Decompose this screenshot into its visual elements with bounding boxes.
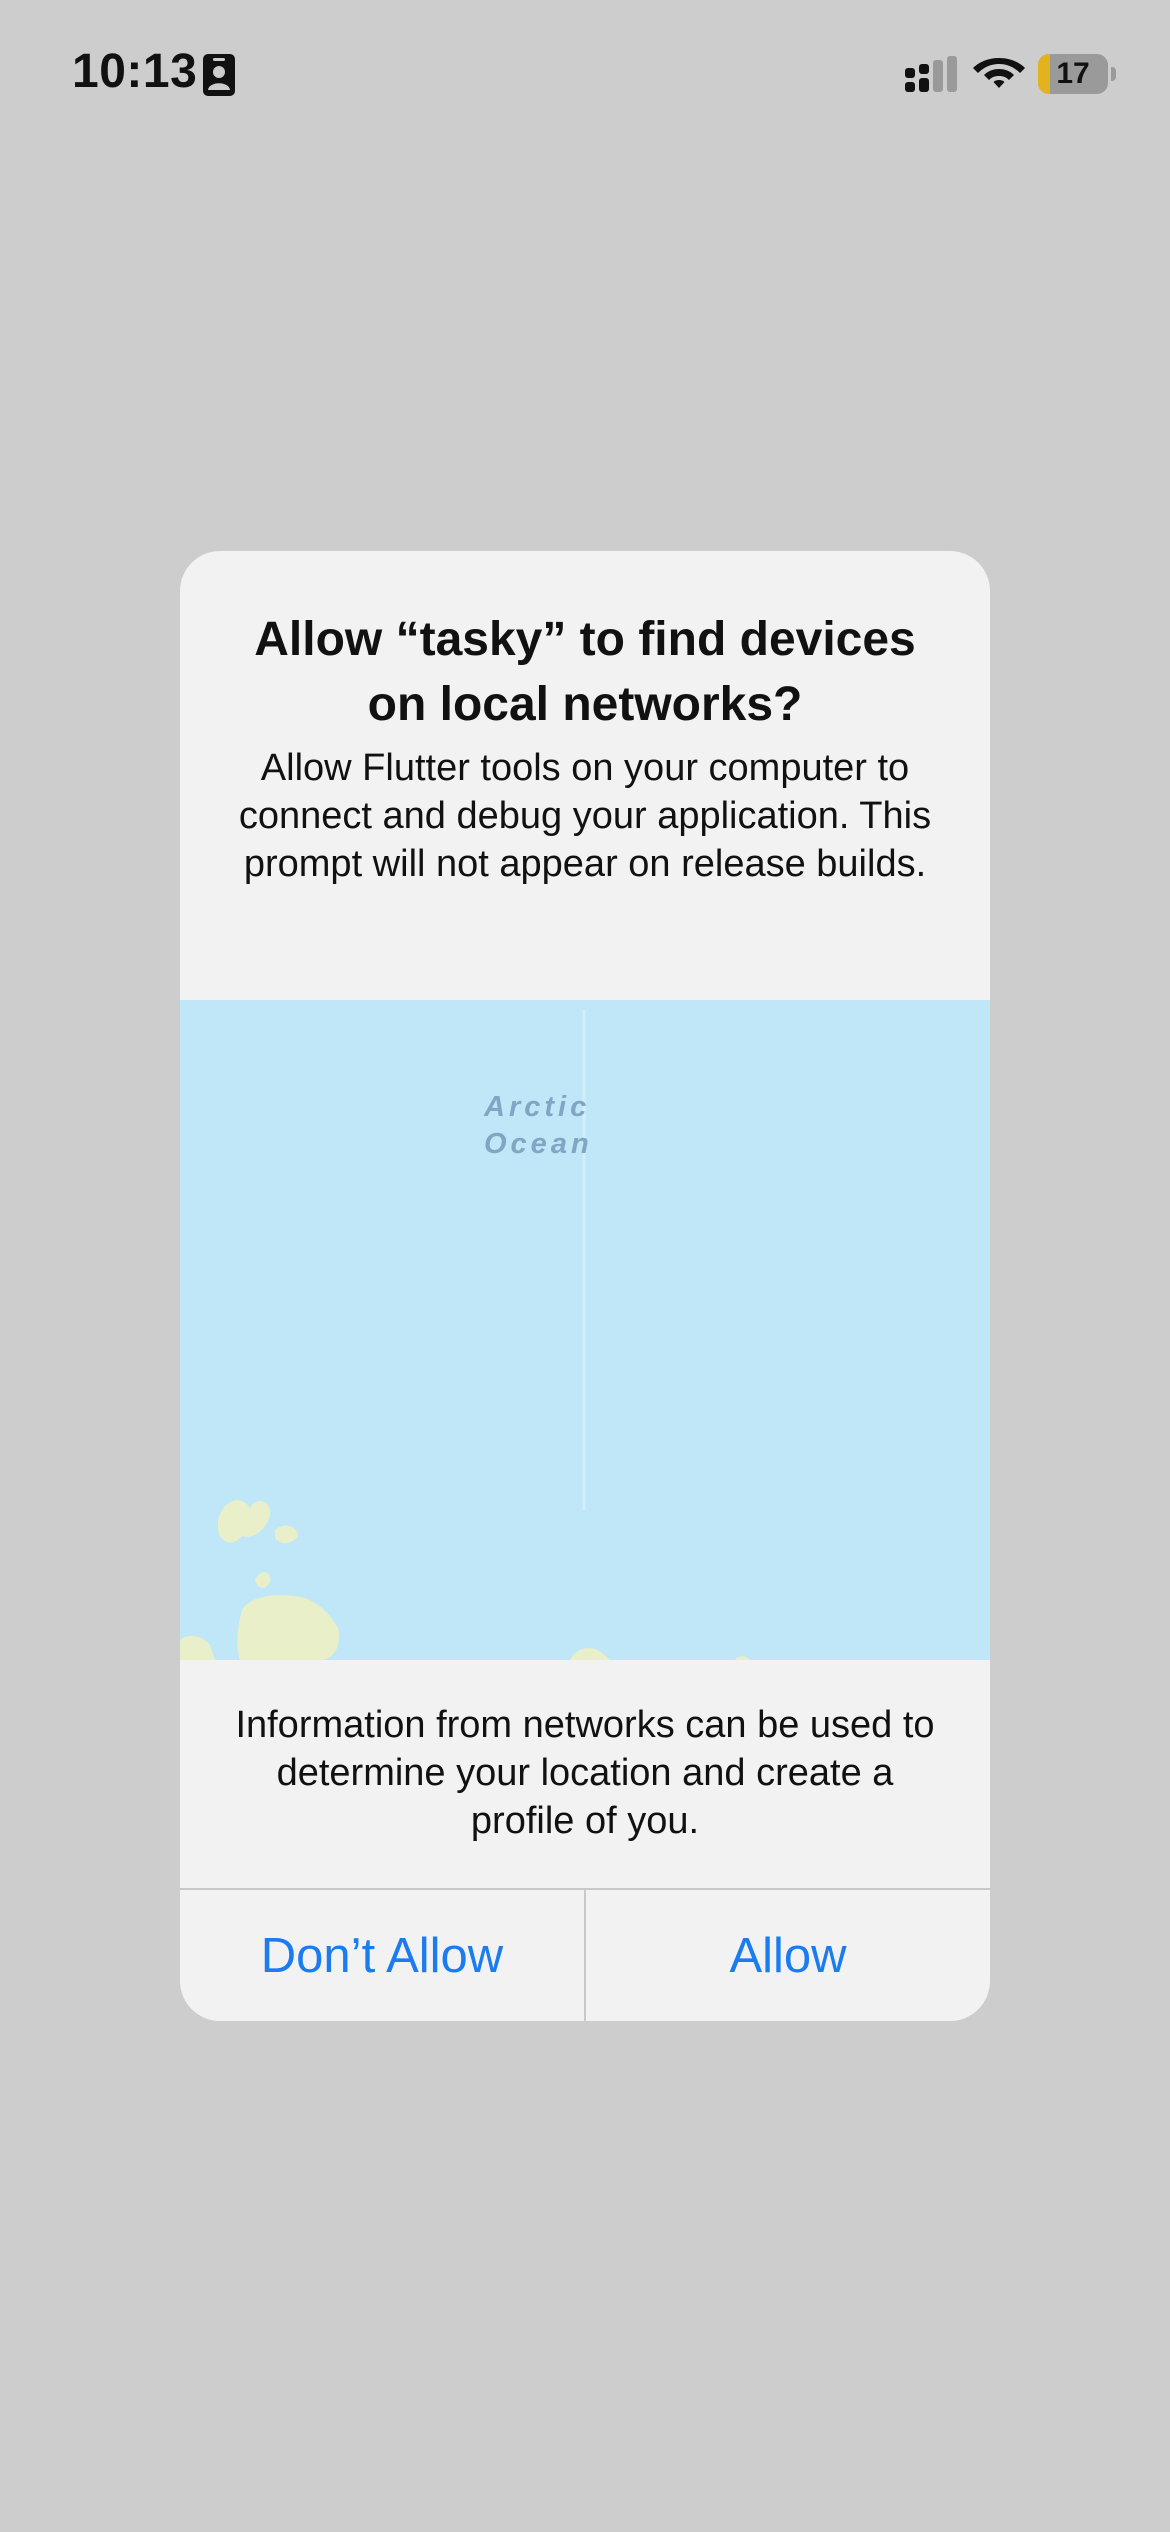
map-label-arctic-ocean: Arctic Ocean bbox=[484, 1091, 593, 1160]
alert-button-row: Don’t Allow Allow bbox=[180, 1888, 990, 2021]
alert-message: Allow Flutter tools on your computer to … bbox=[238, 747, 932, 885]
cellular-signal-icon bbox=[905, 56, 957, 92]
dont-allow-button[interactable]: Don’t Allow bbox=[180, 1890, 586, 2021]
map-preview: Arctic Ocean bbox=[180, 1000, 990, 1660]
alert-footer-text: Information from networks can be used to… bbox=[235, 1704, 935, 1842]
battery-icon: 17 bbox=[1038, 54, 1116, 94]
wifi-icon bbox=[973, 58, 1025, 88]
battery-level: 17 bbox=[1056, 57, 1090, 90]
alert-title: Allow “tasky” to find devices on local n… bbox=[254, 613, 916, 731]
status-time: 10:13 bbox=[72, 45, 198, 98]
allow-button[interactable]: Allow bbox=[586, 1890, 990, 2021]
permission-alert: Allow “tasky” to find devices on local n… bbox=[180, 551, 990, 2021]
status-bar: 10:13 17 bbox=[0, 0, 1170, 150]
contact-card-icon bbox=[203, 54, 235, 96]
